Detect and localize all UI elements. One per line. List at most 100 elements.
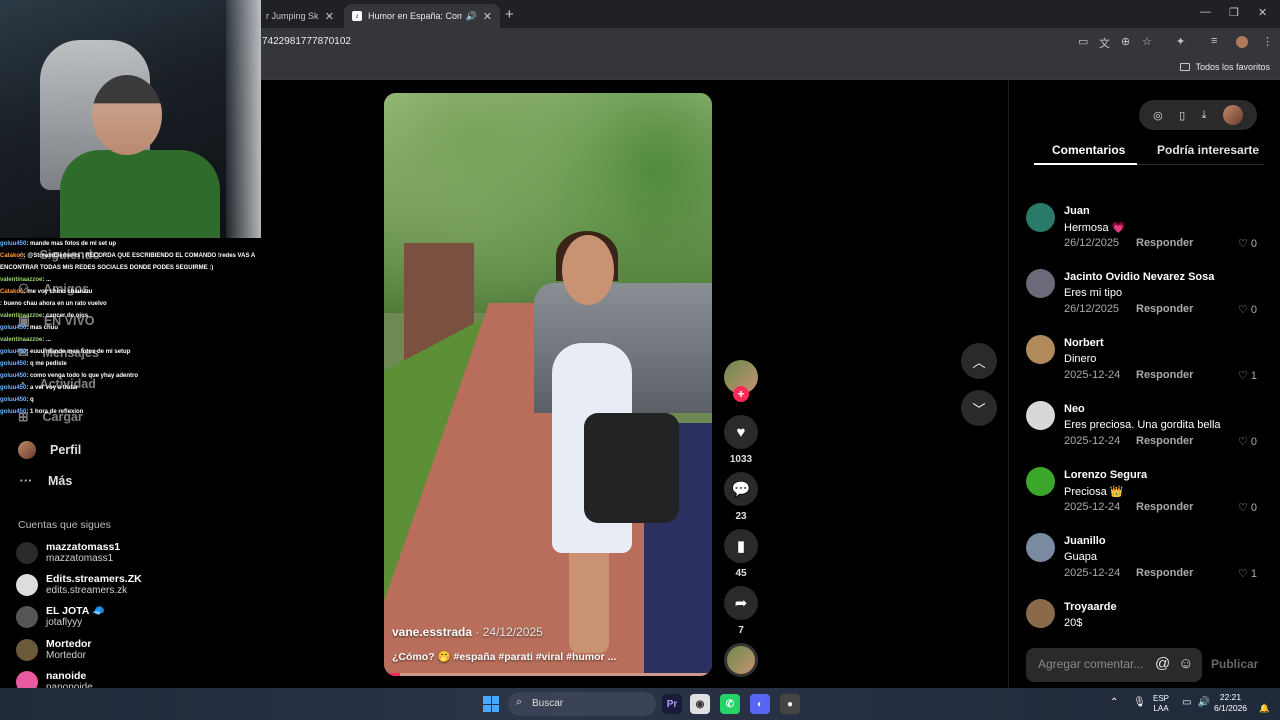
start-button[interactable]: [483, 696, 499, 712]
avatar[interactable]: [1026, 401, 1055, 430]
reply-button[interactable]: Responder: [1136, 501, 1193, 513]
comment-author[interactable]: Norbert: [1064, 337, 1104, 349]
menu-icon[interactable]: ⋮: [1262, 35, 1273, 48]
close-tab-icon[interactable]: ✕: [483, 10, 492, 23]
reply-button[interactable]: Responder: [1136, 369, 1193, 381]
author-name[interactable]: vane.esstrada: [392, 625, 472, 639]
following-item[interactable]: Mortedor Mortedor: [16, 638, 92, 662]
comment-like[interactable]: ♡ 1: [1238, 567, 1257, 580]
following-item[interactable]: Edits.streamers.ZK edits.streamers.zk: [16, 573, 142, 597]
app-icon[interactable]: ●: [780, 694, 800, 714]
compass-icon[interactable]: ◎: [1153, 109, 1163, 122]
avatar[interactable]: [1026, 533, 1055, 562]
avatar[interactable]: [1026, 467, 1055, 496]
tab-comments[interactable]: Comentarios: [1052, 143, 1125, 157]
reply-button[interactable]: Responder: [1136, 435, 1193, 447]
chrome-icon[interactable]: ◉: [690, 694, 710, 714]
taskbar-search[interactable]: ⌕ Buscar: [508, 692, 656, 716]
search-label: Buscar: [532, 698, 564, 709]
share-action[interactable]: ➦ 7: [724, 586, 758, 636]
tab-suggested[interactable]: Podría interesarte: [1157, 143, 1259, 157]
cast-icon[interactable]: ▭: [1078, 35, 1088, 48]
browser-tab[interactable]: r Jumping Skills ✕: [258, 4, 342, 28]
url-field[interactable]: 7422981777870102: [262, 36, 351, 47]
heart-outline-icon[interactable]: ♡: [1238, 502, 1248, 514]
whatsapp-icon[interactable]: ✆: [720, 694, 740, 714]
comment-author[interactable]: Jacinto Ovidio Nevarez Sosa: [1064, 271, 1214, 283]
avatar[interactable]: [1026, 203, 1055, 232]
like-action[interactable]: ♥ 1033: [724, 415, 758, 465]
video-player[interactable]: vane.esstrada · 24/12/2025 ¿Cómo? 🤭 #esp…: [384, 93, 712, 676]
maximize-icon[interactable]: ❐: [1229, 6, 1239, 19]
progress-fill: [384, 673, 401, 676]
avatar[interactable]: [1026, 335, 1055, 364]
close-tab-icon[interactable]: ✕: [325, 10, 334, 23]
zoom-icon[interactable]: ⊕: [1121, 35, 1130, 48]
download-icon[interactable]: ⤓: [1202, 109, 1207, 122]
media-icon[interactable]: ≡: [1211, 35, 1217, 47]
premiere-icon[interactable]: Pr: [662, 694, 682, 714]
reply-button[interactable]: Responder: [1136, 237, 1193, 249]
previous-video-button[interactable]: ︿: [961, 343, 997, 379]
next-video-button[interactable]: ﹀: [961, 390, 997, 426]
avatar[interactable]: [1026, 269, 1055, 298]
system-tray[interactable]: ⌃ 🎙: [1110, 697, 1152, 708]
comment-like[interactable]: ♡ 1: [1238, 369, 1257, 382]
comment-like[interactable]: ♡ 0: [1238, 303, 1257, 316]
following-item[interactable]: mazzatomass1 mazzatomass1: [16, 541, 120, 565]
extensions-icon[interactable]: ✦: [1176, 35, 1185, 48]
following-item[interactable]: EL JOTA 🧢 jotaflyyy: [16, 605, 105, 629]
share-icon[interactable]: ➦: [724, 586, 758, 620]
video-author[interactable]: vane.esstrada · 24/12/2025: [392, 625, 543, 639]
heart-outline-icon[interactable]: ♡: [1238, 436, 1248, 448]
clock[interactable]: 22:21 6/1/2026 🔔: [1214, 692, 1270, 714]
close-window-icon[interactable]: ✕: [1258, 6, 1267, 19]
phone-icon[interactable]: ▯: [1179, 109, 1185, 122]
reply-button[interactable]: Responder: [1136, 567, 1193, 579]
account-name: EL JOTA 🧢: [46, 605, 105, 617]
new-tab-button[interactable]: +: [505, 6, 514, 23]
comment-icon[interactable]: 💬: [724, 472, 758, 506]
comment-author[interactable]: Troyaarde: [1064, 601, 1117, 613]
heart-outline-icon[interactable]: ♡: [1238, 304, 1248, 316]
sidebar-item-profile[interactable]: Perfil: [18, 441, 81, 459]
browser-tab-active[interactable]: ♪ Humor en España: Como M 🔊 ✕: [344, 4, 500, 28]
audio-icon[interactable]: 🔊: [466, 11, 477, 22]
heart-icon[interactable]: ♥: [724, 415, 758, 449]
discord-icon[interactable]: ◐: [750, 694, 770, 714]
comment-like[interactable]: ♡ 0: [1238, 435, 1257, 448]
video-progress-bar[interactable]: [384, 673, 712, 676]
user-avatar[interactable]: [1222, 105, 1243, 125]
comment-text: Dinero: [1064, 353, 1097, 365]
all-bookmarks[interactable]: Todos los favoritos: [1180, 62, 1270, 72]
avatar[interactable]: [1026, 599, 1055, 628]
account-handle: mazzatomass1: [46, 553, 114, 564]
translate-icon[interactable]: 文: [1099, 35, 1110, 51]
comment-action[interactable]: 💬 23: [724, 472, 758, 522]
heart-outline-icon[interactable]: ♡: [1238, 370, 1248, 382]
follow-plus-button[interactable]: +: [733, 386, 749, 402]
emoji-icon[interactable]: ☺: [1178, 655, 1201, 672]
notification-icon[interactable]: 🔔: [1259, 703, 1270, 713]
sound-disc[interactable]: [724, 643, 758, 677]
comment-author[interactable]: Neo: [1064, 403, 1085, 415]
reply-button[interactable]: Responder: [1136, 303, 1193, 315]
save-action[interactable]: ▮ 45: [724, 529, 758, 579]
comment-author[interactable]: Lorenzo Segura: [1064, 469, 1147, 481]
video-caption[interactable]: ¿Cómo? 🤭 #españa #parati #viral #humor .…: [392, 650, 616, 663]
language-indicator[interactable]: ESP LAA: [1153, 694, 1169, 714]
bookmark-star-icon[interactable]: ☆: [1142, 35, 1152, 48]
comment-author[interactable]: Juanillo: [1064, 535, 1106, 547]
comment-like[interactable]: ♡ 0: [1238, 501, 1257, 514]
network-icon[interactable]: ▭🔊: [1182, 697, 1216, 708]
publish-button[interactable]: Publicar: [1211, 657, 1258, 671]
heart-outline-icon[interactable]: ♡: [1238, 568, 1248, 580]
comment-like[interactable]: ♡ 0: [1238, 237, 1257, 250]
heart-outline-icon[interactable]: ♡: [1238, 238, 1248, 250]
profile-avatar[interactable]: [1236, 36, 1248, 48]
bookmark-icon[interactable]: ▮: [724, 529, 758, 563]
minimize-icon[interactable]: —: [1200, 6, 1211, 18]
sidebar-item-more[interactable]: ··· Más: [18, 473, 73, 488]
comment-author[interactable]: Juan: [1064, 205, 1090, 217]
mention-icon[interactable]: @: [1155, 655, 1178, 672]
